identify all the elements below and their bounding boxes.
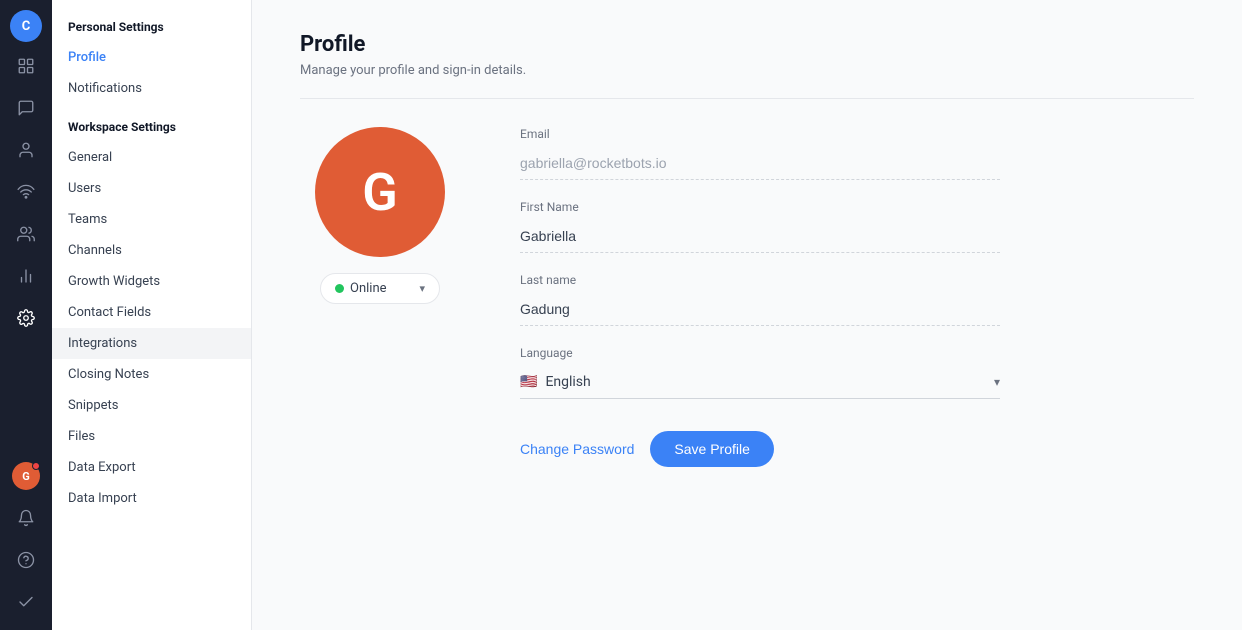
language-left: 🇺🇸 English <box>520 374 591 390</box>
profile-section: G Online ▾ Email First Name Last name <box>300 127 1194 467</box>
sidebar-item-contact-fields[interactable]: Contact Fields <box>52 297 251 328</box>
email-input[interactable] <box>520 147 1000 180</box>
bell-icon[interactable] <box>8 500 44 536</box>
save-profile-button[interactable]: Save Profile <box>650 431 773 467</box>
sidebar-item-notifications[interactable]: Notifications <box>52 73 251 104</box>
first-name-label: First Name <box>520 200 1000 214</box>
help-icon[interactable] <box>8 542 44 578</box>
workspace-settings-title: Workspace Settings <box>52 104 251 142</box>
first-name-input[interactable] <box>520 220 1000 253</box>
home-icon[interactable] <box>8 48 44 84</box>
top-avatar[interactable]: C <box>10 10 42 42</box>
sidebar-item-profile[interactable]: Profile <box>52 42 251 73</box>
email-field: Email <box>520 127 1000 180</box>
last-name-input[interactable] <box>520 293 1000 326</box>
page-subtitle: Manage your profile and sign-in details. <box>300 63 1194 99</box>
language-label: Language <box>520 346 1000 360</box>
sidebar-item-general[interactable]: General <box>52 142 251 173</box>
form-section: Email First Name Last name Language 🇺🇸 E… <box>520 127 1000 467</box>
settings-icon[interactable] <box>8 300 44 336</box>
team-icon[interactable] <box>8 216 44 252</box>
change-password-button[interactable]: Change Password <box>520 433 634 465</box>
contacts-icon[interactable] <box>8 132 44 168</box>
sidebar-item-data-export[interactable]: Data Export <box>52 452 251 483</box>
sidebar-item-users[interactable]: Users <box>52 173 251 204</box>
sidebar-item-closing-notes[interactable]: Closing Notes <box>52 359 251 390</box>
last-name-label: Last name <box>520 273 1000 287</box>
profile-avatar[interactable]: G <box>315 127 445 257</box>
sidebar-item-channels[interactable]: Channels <box>52 235 251 266</box>
language-value: English <box>545 374 590 390</box>
sidebar-item-snippets[interactable]: Snippets <box>52 390 251 421</box>
language-field: Language 🇺🇸 English ▾ <box>520 346 1000 399</box>
status-dot <box>335 284 344 293</box>
chart-icon[interactable] <box>8 258 44 294</box>
avatar-section: G Online ▾ <box>300 127 460 304</box>
language-flag: 🇺🇸 <box>520 374 537 390</box>
sidebar-item-growth-widgets[interactable]: Growth Widgets <box>52 266 251 297</box>
chat-icon[interactable] <box>8 90 44 126</box>
chevron-down-icon: ▾ <box>419 282 425 295</box>
signal-icon[interactable] <box>8 174 44 210</box>
first-name-field: First Name <box>520 200 1000 253</box>
user-avatar-bottom[interactable]: G <box>8 458 44 494</box>
icon-sidebar: C G <box>0 0 52 630</box>
last-name-field: Last name <box>520 273 1000 326</box>
checkmark-icon[interactable] <box>8 584 44 620</box>
main-content: Profile Manage your profile and sign-in … <box>252 0 1242 630</box>
sidebar-item-integrations[interactable]: Integrations <box>52 328 251 359</box>
sidebar-item-teams[interactable]: Teams <box>52 204 251 235</box>
personal-settings-title: Personal Settings <box>52 16 251 42</box>
sidebar-item-data-import[interactable]: Data Import <box>52 483 251 514</box>
chevron-down-icon: ▾ <box>994 375 1000 389</box>
language-dropdown[interactable]: 🇺🇸 English ▾ <box>520 366 1000 399</box>
notification-dot <box>32 462 40 470</box>
form-actions: Change Password Save Profile <box>520 431 1000 467</box>
status-label: Online <box>350 281 387 296</box>
nav-sidebar: Personal Settings Profile Notifications … <box>52 0 252 630</box>
status-dropdown[interactable]: Online ▾ <box>320 273 440 304</box>
sidebar-item-files[interactable]: Files <box>52 421 251 452</box>
bottom-icons: G <box>8 458 44 620</box>
page-title: Profile <box>300 32 1194 57</box>
email-label: Email <box>520 127 1000 141</box>
